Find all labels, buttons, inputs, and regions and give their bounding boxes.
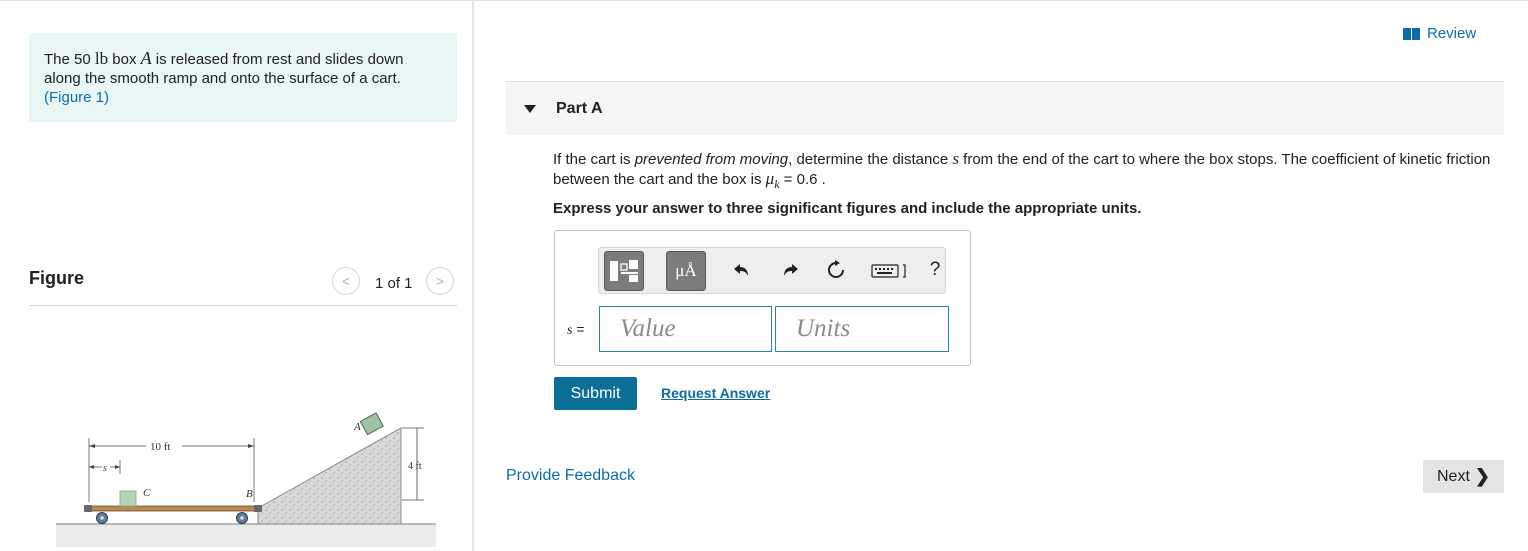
ramp-cart-diagram: A 4 ft C B 10 ft s [56,412,436,547]
caret-down-icon [524,105,536,113]
next-label: Next [1437,467,1470,485]
intro-text-1: The 50 [44,51,95,68]
cart-platform [87,505,259,512]
units-placeholder: Units [796,315,851,342]
provide-feedback-link[interactable]: Provide Feedback [506,467,635,485]
review-link[interactable]: Review [1403,25,1476,42]
figure-image[interactable]: A 4 ft C B 10 ft s [56,412,436,547]
request-answer-link[interactable]: Request Answer [661,385,770,401]
box-a [359,412,384,436]
units-button-label: μÅ [675,261,697,280]
question-var-s: s [952,149,959,168]
value-placeholder: Value [620,315,676,342]
question-text-1: If the cart is [553,151,635,168]
label-b: B [246,488,253,500]
chevron-right-icon: > [435,273,445,289]
units-input[interactable]: Units [775,306,949,352]
next-figure-button[interactable]: > [426,267,454,295]
redo-icon[interactable] [777,256,805,284]
intro-var-a: A [140,48,152,68]
units-button[interactable]: μÅ [666,251,706,291]
intro-unit-lb: lb [94,49,109,68]
ground [56,524,436,547]
question-text: If the cart is prevented from moving, de… [553,149,1498,194]
value-input[interactable]: Value [599,306,772,352]
math-toolbar: μÅ ? [598,247,946,294]
prev-figure-button[interactable]: < [332,267,360,295]
label-a: A [353,421,361,433]
question-emphasis: prevented from moving [634,151,789,168]
box-at-c [119,490,137,507]
figure-header: Figure < 1 of 1 > [29,266,457,306]
question-mu: μ [765,169,775,188]
next-button[interactable]: Next ❯ [1423,460,1504,493]
chevron-left-icon: < [341,273,351,289]
top-border [0,0,1528,1]
help-icon[interactable]: ? [921,256,949,284]
answer-equals: = [572,321,585,337]
help-label: ? [929,259,941,280]
submit-button[interactable]: Submit [554,377,637,410]
undo-icon[interactable] [727,256,755,284]
label-s: s [103,463,107,474]
reset-icon[interactable] [822,256,850,284]
answer-variable-label: s = [567,321,585,339]
part-a-header[interactable]: Part A [506,81,1504,135]
label-4ft: 4 ft [408,461,422,472]
ramp [257,427,402,525]
chevron-right-icon: ❯ [1474,466,1490,486]
answer-instruction: Express your answer to three significant… [553,200,1142,217]
figure-pager-text: 1 of 1 [375,275,413,292]
label-c: C [143,487,151,499]
part-title: Part A [556,100,603,117]
figure-link[interactable]: (Figure 1) [44,89,109,106]
problem-statement: The 50 lb box A is released from rest an… [29,33,457,122]
keyboard-icon[interactable] [869,256,913,284]
question-text-2: , determine the distance [788,151,953,168]
intro-text-2: box [108,51,141,68]
templates-icon [610,260,638,282]
column-divider[interactable] [472,0,474,551]
label-10ft: 10 ft [150,441,170,453]
book-icon [1403,27,1420,40]
question-text-4: = 0.6 . [779,171,826,188]
figure-title: Figure [29,268,85,288]
answer-box: μÅ ? s = Value Units [554,230,971,366]
review-label: Review [1427,25,1477,42]
templates-button[interactable] [604,251,644,291]
